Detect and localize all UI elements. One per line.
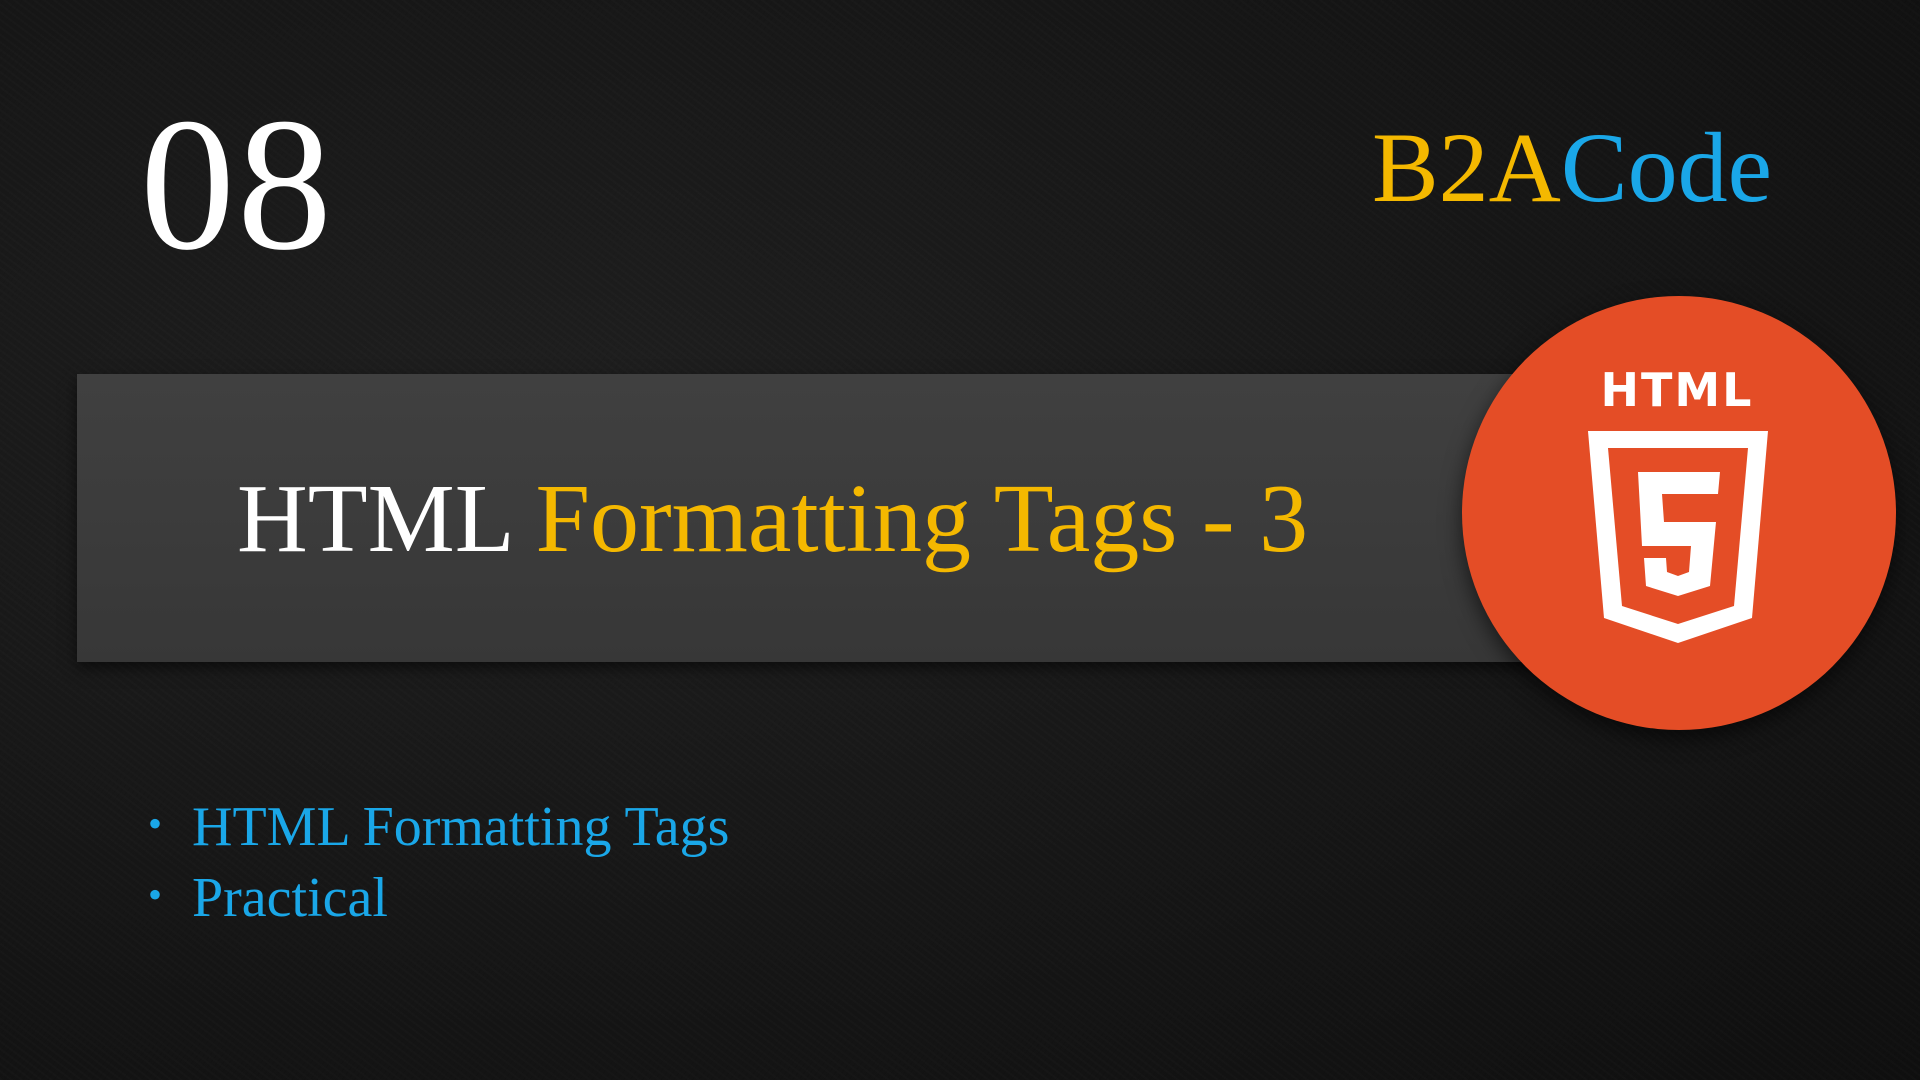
html5-icon: HTML (1588, 363, 1768, 643)
bullet-list: • HTML Formatting Tags • Practical (148, 790, 729, 932)
title-white-part: HTML (237, 465, 511, 573)
slide: 08 B2ACode HTML Formatting Tags - 3 HTML… (0, 0, 1920, 1080)
shield-digit-five (1638, 472, 1720, 596)
bullet-item: • HTML Formatting Tags (148, 790, 729, 861)
lesson-number: 08 (140, 80, 334, 290)
brand-part-b: Code (1560, 112, 1772, 223)
brand-logo-text: B2ACode (1372, 118, 1772, 218)
logo-word: HTML (1601, 363, 1754, 417)
bullet-dot: • (148, 801, 163, 846)
title-yellow-part: Formatting Tags - 3 (535, 465, 1309, 573)
bullet-item: • Practical (148, 861, 729, 932)
bullet-text: HTML Formatting Tags (192, 796, 730, 858)
bullet-dot: • (148, 872, 163, 917)
slide-title: HTML Formatting Tags - 3 (237, 465, 1309, 574)
bullet-text: Practical (192, 867, 388, 929)
html5-logo: HTML (1462, 296, 1896, 730)
brand-part-a: B2A (1371, 112, 1561, 223)
